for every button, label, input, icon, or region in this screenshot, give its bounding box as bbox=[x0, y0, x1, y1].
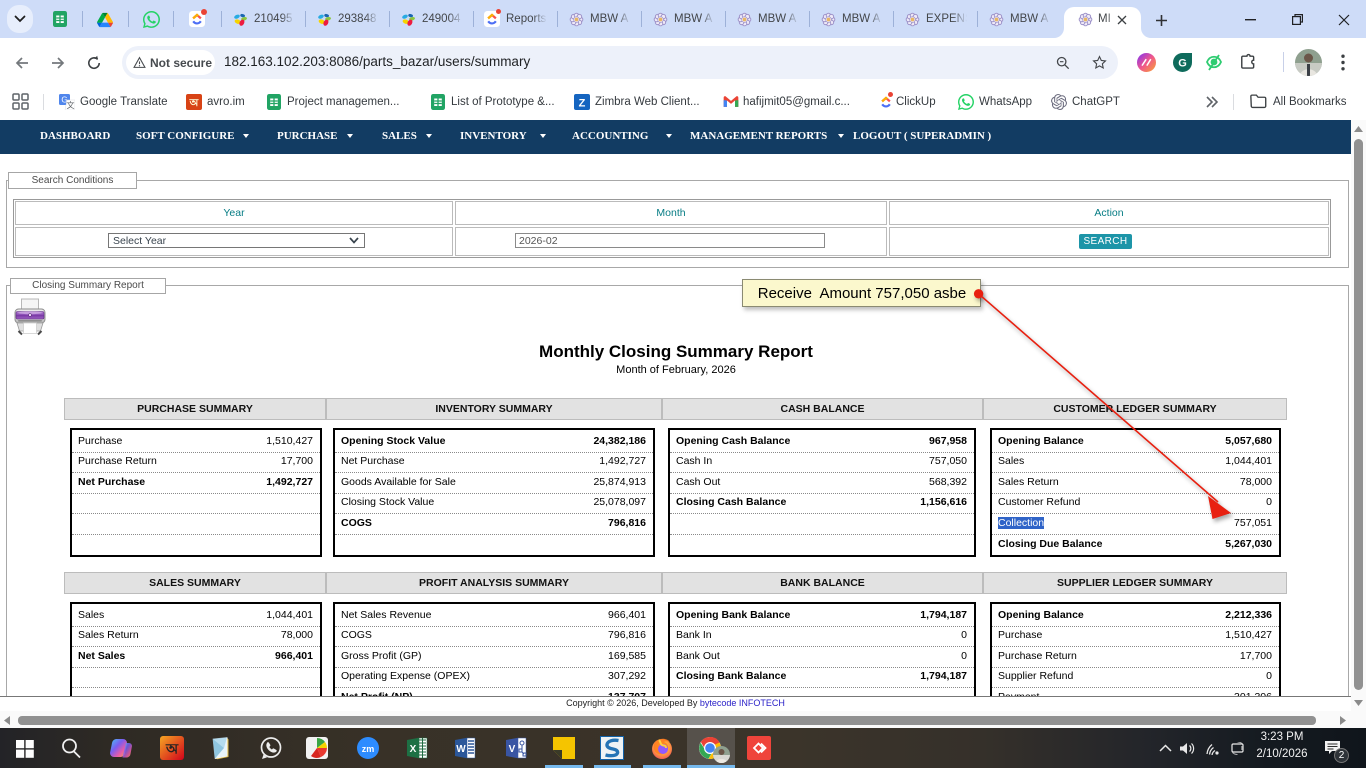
svg-text:X: X bbox=[410, 744, 417, 755]
svg-text:V: V bbox=[509, 744, 516, 755]
svg-text:অ: অ bbox=[165, 743, 179, 758]
svg-text:文: 文 bbox=[67, 100, 75, 110]
svg-text:W: W bbox=[456, 744, 466, 755]
svg-text:Z: Z bbox=[579, 98, 586, 110]
svg-text:zm: zm bbox=[362, 744, 375, 754]
svg-text:G: G bbox=[1178, 58, 1187, 70]
svg-text:অ: অ bbox=[189, 98, 200, 109]
